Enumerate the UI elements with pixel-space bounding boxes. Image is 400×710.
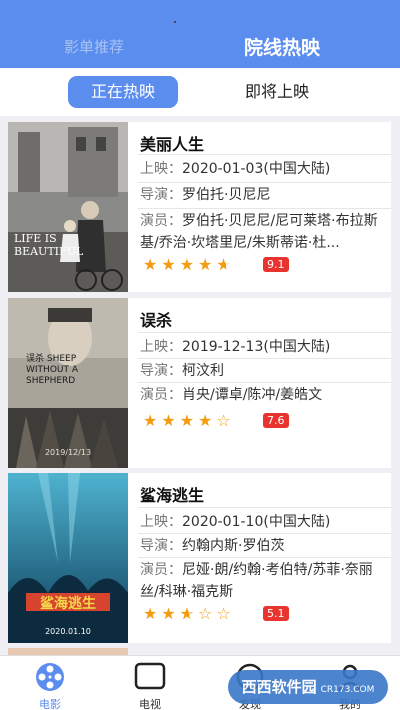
star-rating: ★★★★★☆ bbox=[143, 255, 235, 274]
cast-row: 演员：尼娅·朗/约翰·考伯特/苏菲·奈丽丝/科琳·福克斯 bbox=[140, 562, 373, 600]
director-name: 约翰内斯·罗伯茨 bbox=[182, 538, 285, 554]
tv-icon bbox=[134, 662, 166, 690]
segment-bar: 正在热映 即将上映 bbox=[0, 68, 400, 116]
segment-coming-soon[interactable]: 即将上映 bbox=[222, 76, 332, 108]
tab-in-theaters[interactable]: 院线热映 bbox=[244, 33, 320, 60]
tab-label: 电视 bbox=[139, 698, 161, 710]
release-row: 上映：2019-12-13(中国大陆) bbox=[140, 339, 331, 355]
segment-now-showing[interactable]: 正在热映 bbox=[68, 76, 178, 108]
movie-card[interactable]: 鲨海逃生 2020.01.10 鲨海逃生 上映：2020-01-10(中国大陆)… bbox=[8, 473, 391, 643]
movie-poster: 误杀 SHEEP WITHOUT A SHEPHERD 2019/12/13 bbox=[8, 298, 128, 468]
top-header: 影单推荐 院线热映 bbox=[0, 0, 400, 68]
cast-names: 肖央/谭卓/陈冲/姜皓文 bbox=[182, 387, 323, 403]
release-date: 2020-01-03(中国大陆) bbox=[182, 161, 331, 177]
movie-poster: 鲨海逃生 2020.01.10 bbox=[8, 473, 128, 643]
tab-movies[interactable]: 电影 bbox=[0, 656, 100, 710]
score-badge: 5.1 bbox=[263, 606, 289, 621]
release-row: 上映：2020-01-03(中国大陆) bbox=[140, 161, 331, 177]
tab-label: 电影 bbox=[39, 698, 61, 710]
director-row: 导演：罗伯托·贝尼尼 bbox=[140, 187, 271, 203]
watermark-logo: 西西软件园 CR173.COM bbox=[228, 670, 388, 704]
film-reel-icon bbox=[36, 663, 64, 691]
director-row: 导演：约翰内斯·罗伯茨 bbox=[140, 538, 285, 554]
tab-tv[interactable]: 电视 bbox=[100, 656, 200, 710]
camera-dot bbox=[174, 21, 176, 23]
score-badge: 9.1 bbox=[263, 257, 289, 272]
director-name: 罗伯托·贝尼尼 bbox=[182, 187, 271, 203]
cast-row: 演员：肖央/谭卓/陈冲/姜皓文 bbox=[140, 387, 323, 403]
poster-title-text: 鲨海逃生 bbox=[40, 596, 96, 612]
star-rating: ★★★☆☆☆ bbox=[143, 604, 235, 623]
movie-title: 美丽人生 bbox=[140, 135, 205, 154]
movie-title: 误杀 bbox=[140, 311, 173, 330]
star-rating: ★★★★☆ bbox=[143, 411, 235, 430]
release-date: 2020-01-10(中国大陆) bbox=[182, 514, 331, 530]
director-name: 柯汶利 bbox=[182, 363, 224, 379]
movie-card[interactable]: LIFE IS BEAUTIFUL 美丽人生 上映：2020-01-03(中国大… bbox=[8, 122, 391, 292]
cast-row: 演员：罗伯托·贝尼尼/尼可莱塔·布拉斯基/乔治·坎塔里尼/朱斯蒂诺·杜... bbox=[140, 213, 378, 251]
poster-title-text: LIFE IS BEAUTIFUL bbox=[14, 232, 84, 258]
tab-recommended-lists[interactable]: 影单推荐 bbox=[64, 36, 124, 57]
poster-date: 2020.01.10 bbox=[45, 627, 91, 636]
release-date: 2019-12-13(中国大陆) bbox=[182, 339, 331, 355]
poster-date: 2019/12/13 bbox=[44, 448, 92, 457]
release-row: 上映：2020-01-10(中国大陆) bbox=[140, 514, 331, 530]
director-row: 导演：柯汶利 bbox=[140, 363, 224, 379]
movie-poster: LIFE IS BEAUTIFUL bbox=[8, 122, 128, 292]
poster-title-text: 误杀 SHEEP WITHOUT A SHEPHERD bbox=[26, 354, 79, 386]
movie-title: 鲨海逃生 bbox=[140, 486, 205, 505]
score-badge: 7.6 bbox=[263, 413, 289, 428]
movie-card[interactable]: 误杀 SHEEP WITHOUT A SHEPHERD 2019/12/13 误… bbox=[8, 298, 391, 468]
